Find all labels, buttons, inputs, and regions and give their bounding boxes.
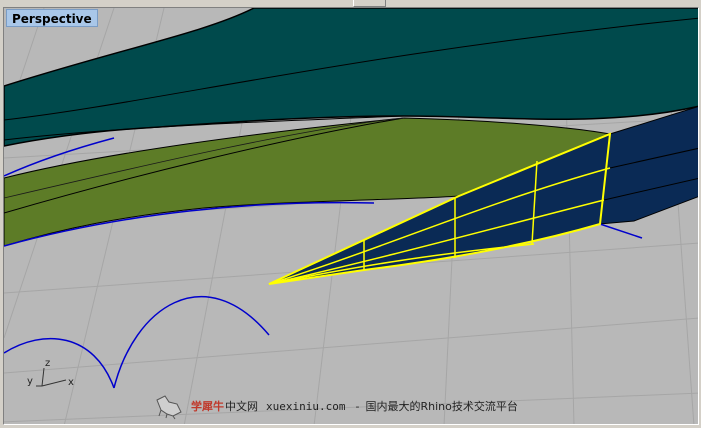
axis-y-label: y <box>27 376 33 387</box>
watermark-brand: 学犀牛 <box>191 400 224 413</box>
rhino-viewport-window: z x y Perspective 学犀牛 中文网 xuexiniu.com -… <box>0 0 701 428</box>
viewport-title-label[interactable]: Perspective <box>6 9 98 27</box>
watermark-separator: - <box>355 399 360 413</box>
watermark: 学犀牛 中文网 xuexiniu.com - 国内最大的Rhino技术交流平台 <box>153 392 593 420</box>
watermark-url: xuexiniu.com <box>266 399 346 413</box>
viewport-tab-handle[interactable] <box>353 0 386 7</box>
watermark-slogan: 国内最大的Rhino技术交流平台 <box>365 400 518 413</box>
axis-z-label: z <box>45 358 50 369</box>
rhino-logo-icon <box>156 395 182 420</box>
viewport-canvas[interactable]: z x y <box>4 8 699 425</box>
watermark-cn: 中文网 <box>225 400 258 413</box>
axis-x-label: x <box>68 377 74 388</box>
perspective-viewport[interactable]: z x y <box>3 7 699 425</box>
